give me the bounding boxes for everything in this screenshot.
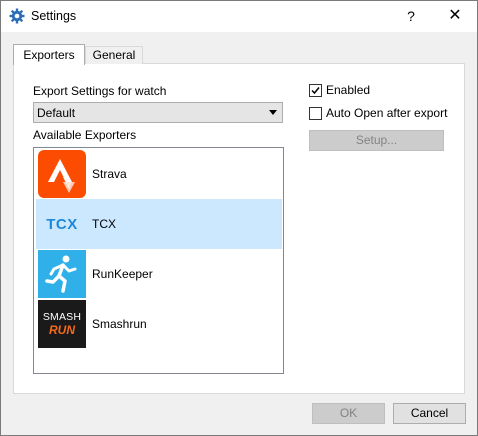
export-settings-label: Export Settings for watch (33, 84, 167, 98)
smashrun-icon-bottom: RUN (49, 323, 75, 337)
exporters-list[interactable]: Strava TCX TCX RunKeeper SMASH RUN Smash… (33, 147, 284, 374)
tcx-icon-text: TCX (46, 215, 78, 233)
checkbox-box[interactable] (309, 84, 322, 97)
tab-exporters[interactable]: Exporters (13, 44, 85, 65)
strava-icon (38, 150, 86, 198)
list-item-strava[interactable]: Strava (36, 149, 282, 199)
tab-general[interactable]: General (85, 46, 143, 64)
exporter-label: Strava (92, 167, 127, 181)
setup-button[interactable]: Setup... (309, 130, 444, 151)
exporter-label: RunKeeper (92, 267, 153, 281)
exporter-label: TCX (92, 217, 116, 231)
ok-button[interactable]: OK (312, 403, 385, 424)
checkbox-box[interactable] (309, 107, 322, 120)
checkbox-label: Enabled (326, 83, 371, 97)
smashrun-icon: SMASH RUN (38, 300, 86, 348)
list-item-smashrun[interactable]: SMASH RUN Smashrun (36, 299, 282, 349)
list-item-runkeeper[interactable]: RunKeeper (36, 249, 282, 299)
check-icon (311, 87, 320, 95)
smashrun-icon-top: SMASH (42, 311, 82, 323)
available-exporters-label: Available Exporters (33, 128, 137, 142)
watch-settings-value: Default (37, 106, 76, 120)
watch-settings-select[interactable]: Default (33, 102, 283, 123)
checkbox-label: Auto Open after export (326, 106, 448, 120)
gear-icon (9, 8, 25, 24)
help-button[interactable]: ? (399, 3, 423, 29)
exporter-label: Smashrun (92, 317, 147, 331)
tcx-icon: TCX (38, 200, 86, 248)
settings-dialog: Settings ? ✕ Exporters General Export Se… (0, 0, 478, 436)
window-title: Settings (31, 9, 77, 23)
list-item-tcx[interactable]: TCX TCX (36, 199, 282, 249)
runkeeper-icon (38, 250, 86, 298)
close-button[interactable]: ✕ (437, 3, 473, 29)
cancel-button[interactable]: Cancel (393, 403, 466, 424)
chevron-down-icon (269, 110, 277, 115)
title-bar: Settings ? ✕ (1, 1, 477, 32)
